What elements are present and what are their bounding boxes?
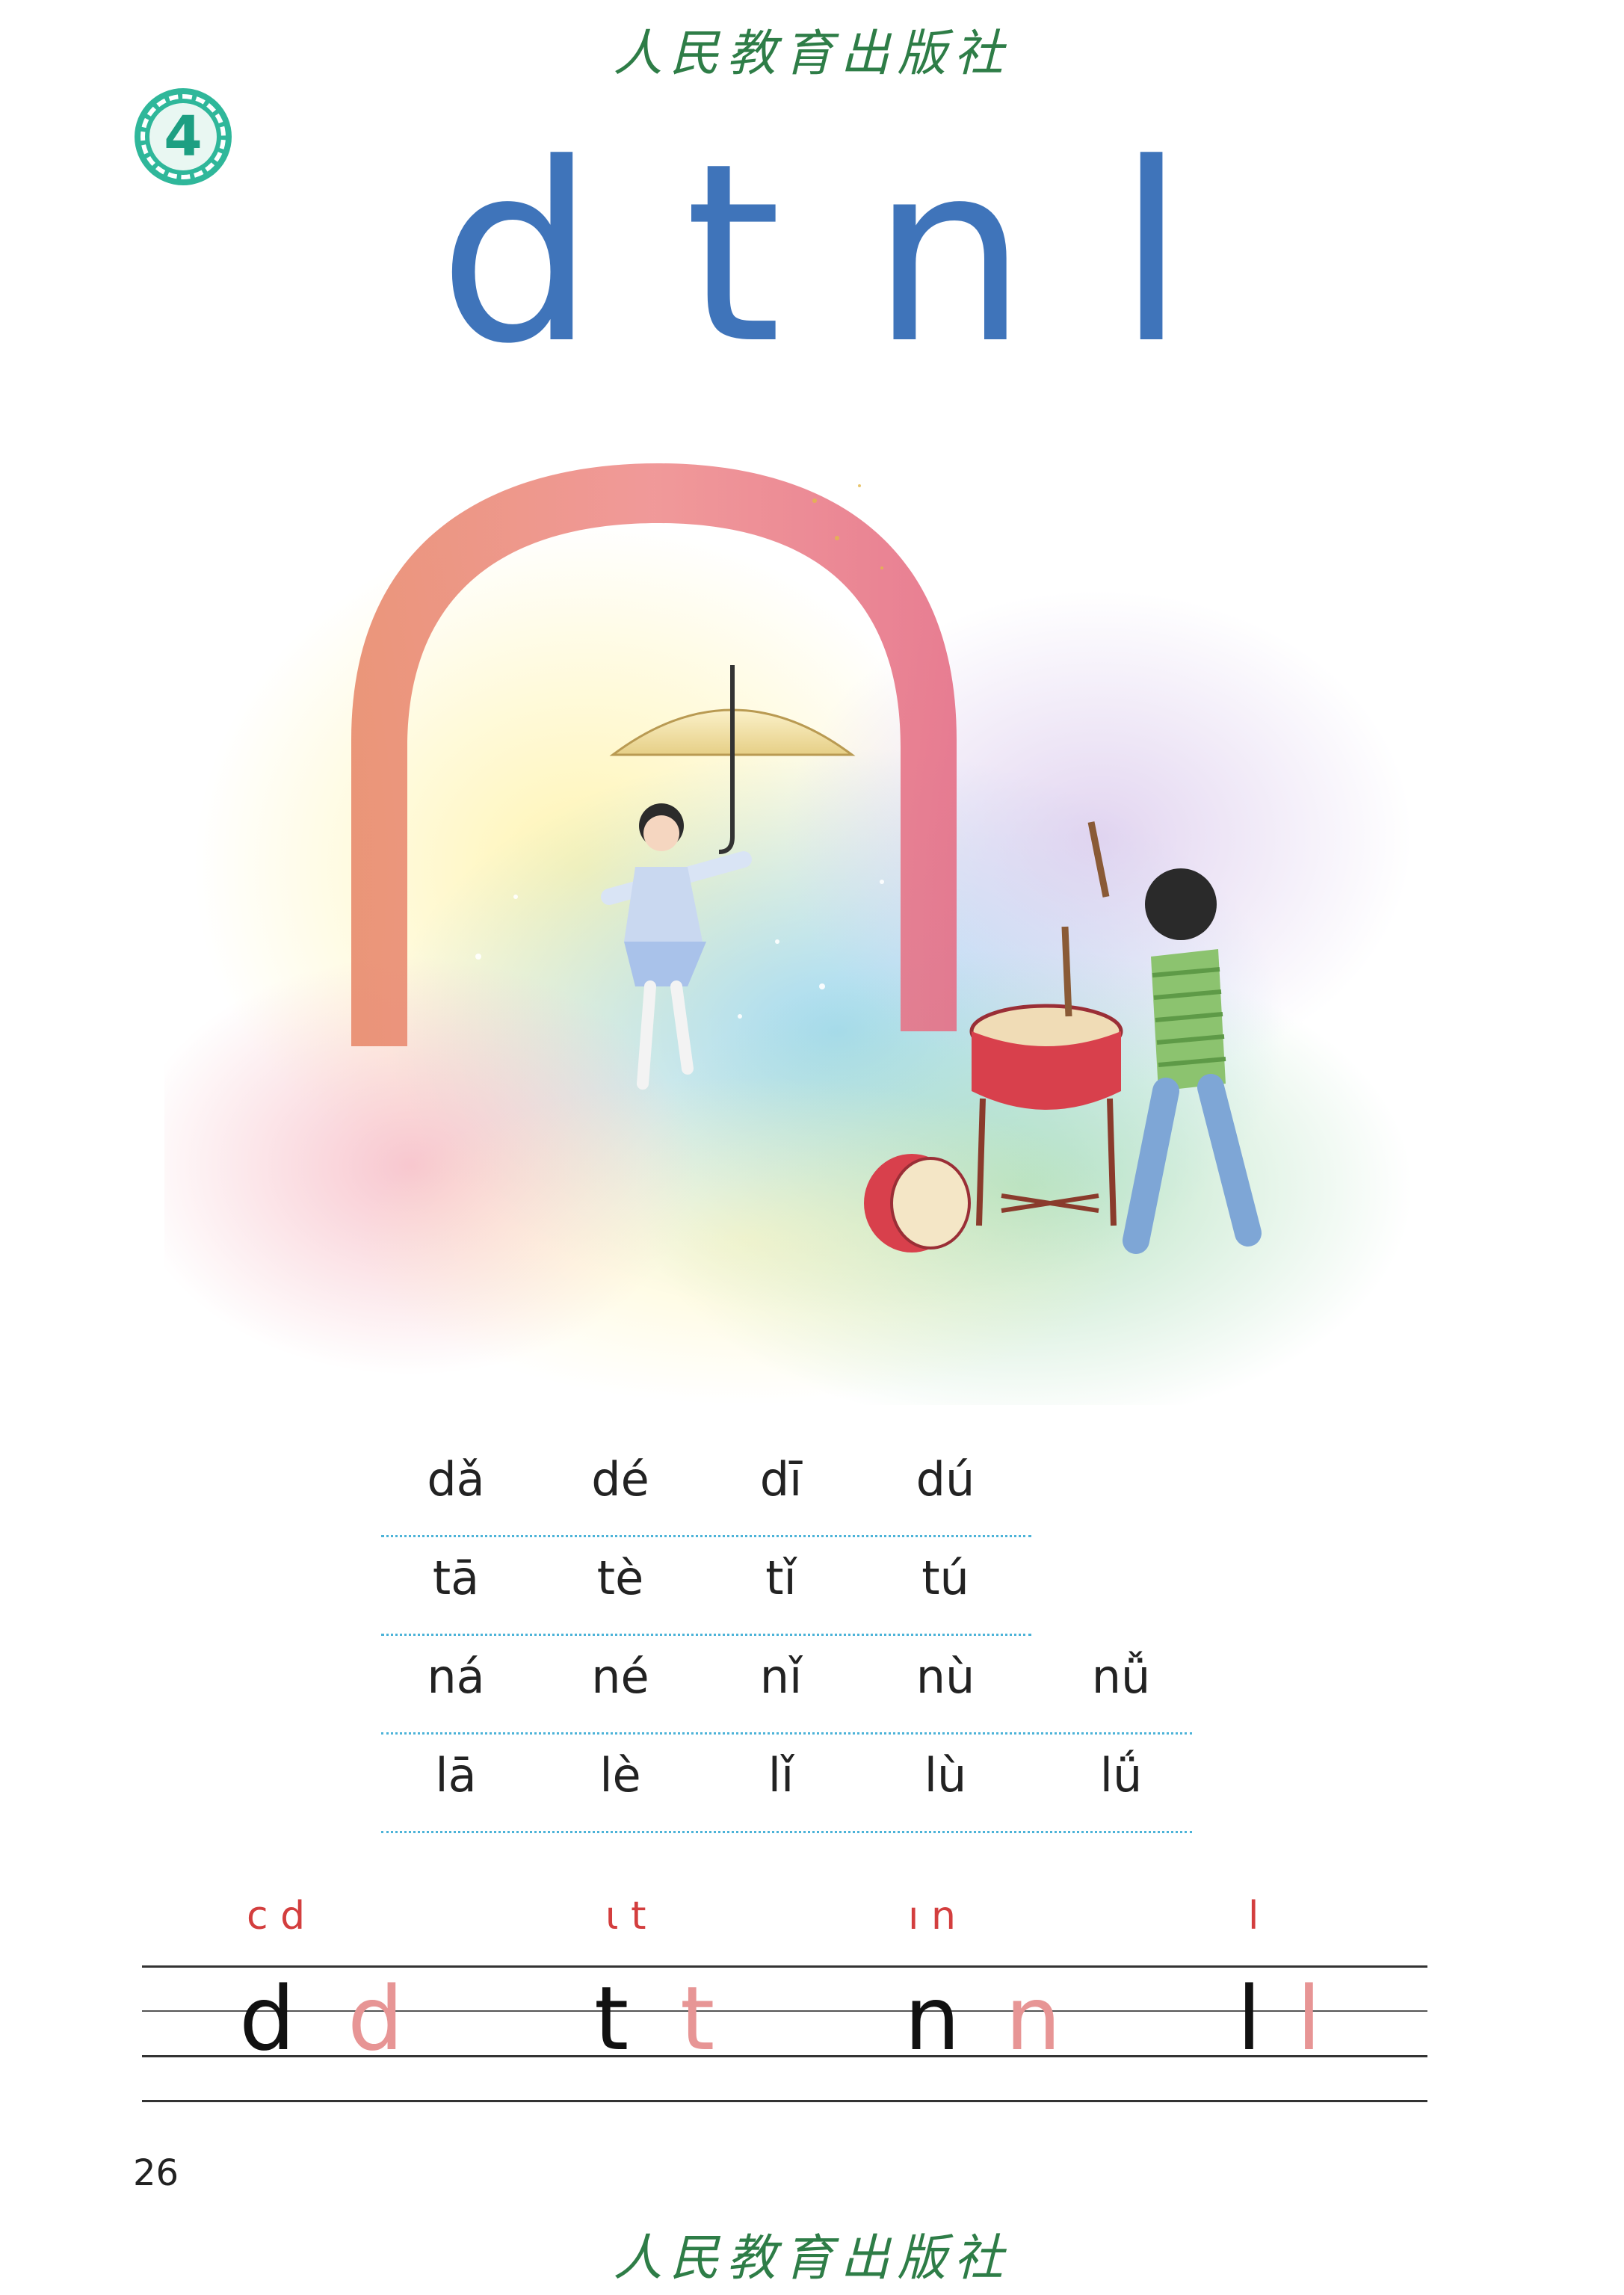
writing-line-mid-upper <box>142 2010 1427 2012</box>
dotted-rule <box>381 1535 1031 1537</box>
syllable: lù <box>924 1748 967 1803</box>
title-letters: d t n l <box>0 131 1624 377</box>
syllable: nù <box>916 1649 975 1704</box>
syllable: lǐ <box>768 1748 794 1803</box>
publisher-footer: 人民教育出版社 <box>613 2229 1011 2287</box>
syllable: tú <box>921 1551 969 1605</box>
model-letter-n: n <box>904 1967 960 2070</box>
model-letter-t: t <box>594 1967 629 2070</box>
illustration-arch-umbrella-drum-icon <box>164 463 1412 1405</box>
syllable: né <box>591 1649 649 1704</box>
trace-letter-n: n <box>1005 1967 1061 2070</box>
dotted-rule <box>381 1634 1031 1636</box>
stroke-order-hint-l: l <box>1248 1894 1259 1939</box>
syllable: tǐ <box>765 1551 797 1605</box>
syllable: dǎ <box>427 1452 485 1507</box>
syllable: tā <box>432 1551 480 1605</box>
syllable: dé <box>591 1452 649 1507</box>
publisher-header: 人民教育出版社 <box>613 25 1011 82</box>
syllable: ná <box>427 1649 485 1704</box>
dotted-rule <box>381 1831 1192 1833</box>
stroke-order-hint-t: ι t <box>605 1894 646 1939</box>
title-letter-n: n <box>871 111 1028 398</box>
syllable: dú <box>916 1452 975 1507</box>
syllable: tè <box>596 1551 644 1605</box>
model-letter-l: l <box>1237 1967 1262 2070</box>
title-letter-l: l <box>1117 111 1186 398</box>
writing-line-bottom <box>142 2100 1427 2102</box>
writing-line-base <box>142 2055 1427 2057</box>
syllable: lè <box>599 1748 641 1803</box>
syllable: nǚ <box>1091 1649 1151 1704</box>
dotted-rule <box>381 1732 1192 1735</box>
syllable: dī <box>759 1452 803 1507</box>
writing-line-top <box>142 1965 1427 1968</box>
syllable: lā <box>435 1748 477 1803</box>
title-letter-t: t <box>685 111 782 398</box>
model-letter-d: d <box>239 1967 295 2070</box>
title-letter-d: d <box>438 111 596 398</box>
handwriting-practice-lines: c d ι t ı n l d d t t n n l l <box>142 1891 1427 2115</box>
stroke-order-hint-n: ı n <box>908 1894 956 1939</box>
trace-letter-t: t <box>680 1967 715 2070</box>
syllable: nǐ <box>759 1649 803 1704</box>
stroke-order-hint-d: c d <box>247 1894 306 1939</box>
trace-letter-l: l <box>1297 1967 1321 2070</box>
page-number: 26 <box>133 2152 179 2194</box>
syllable: lǘ <box>1099 1748 1143 1803</box>
trace-letter-d: d <box>348 1967 404 2070</box>
